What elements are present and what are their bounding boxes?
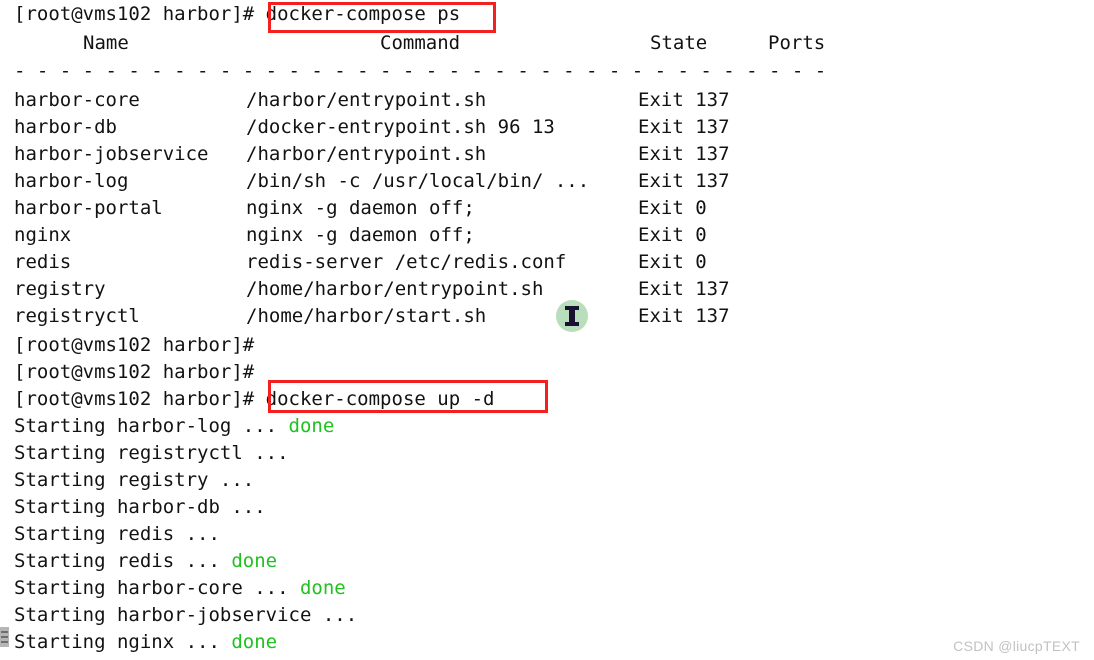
cell-state: Exit 137 [638, 116, 730, 138]
startup-line: Starting registry ... [14, 467, 254, 494]
startup-status-done: done [299, 577, 346, 599]
terminal-line-command-1: [root@vms102 harbor]# docker-compose ps [14, 1, 460, 28]
watermark: CSDN @liucpTEXT [953, 638, 1080, 654]
table-row: registry/home/harbor/entrypoint.sh Exit 1… [0, 276, 1094, 303]
cell-state: Exit 0 [638, 251, 707, 273]
startup-line: Starting registryctl ... [14, 440, 289, 467]
startup-line: Starting redis ... [14, 521, 220, 548]
cell-name: registryctl [14, 305, 140, 327]
startup-line-text: Starting harbor-log ... [14, 415, 289, 437]
terminal-line-command-2: [root@vms102 harbor]# docker-compose up … [14, 386, 494, 413]
startup-line: Starting harbor-core ... done [14, 575, 346, 602]
table-row: harbor-core/harbor/entrypoint.sh Exit 137 [0, 87, 1094, 114]
cell-command: nginx -g daemon off; [246, 197, 475, 219]
table-header-ports: Ports [768, 32, 826, 54]
table-header-state: State [650, 32, 708, 54]
table-header-name: Name [83, 32, 129, 54]
table-separator: - - - - - - - - - - - - - - - - - - - - … [14, 62, 824, 81]
table-row: redis redis-server /etc/redis.conf Exit 0 [0, 249, 1094, 276]
cell-state: Exit 0 [638, 197, 707, 219]
artifact-bar [1, 641, 8, 643]
terminal-window[interactable]: [root@vms102 harbor]# docker-compose ps … [0, 0, 1094, 660]
cell-command: /docker-entrypoint.sh 96 13 [246, 116, 555, 138]
cell-command: /home/harbor/entrypoint.sh [246, 278, 544, 300]
table-row: nginx nginx -g daemon off; Exit 0 [0, 222, 1094, 249]
startup-line-text: Starting registry ... [14, 469, 255, 491]
cell-name: redis [14, 251, 72, 273]
startup-status-done: done [288, 415, 335, 437]
cell-state: Exit 137 [638, 278, 730, 300]
startup-status-done: done [231, 550, 278, 572]
terminal-line-bare-prompt-1: [root@vms102 harbor]# [14, 334, 255, 356]
command-docker-compose-ps: docker-compose ps [265, 3, 461, 25]
cell-name: harbor-db [14, 116, 117, 138]
cell-name: harbor-jobservice [14, 143, 209, 165]
cell-command: /harbor/entrypoint.sh [246, 89, 487, 111]
startup-line-text: Starting registryctl ... [14, 442, 289, 464]
cell-state: Exit 137 [638, 143, 730, 165]
startup-line-text: Starting redis ... [14, 523, 220, 545]
startup-line-text: Starting harbor-db ... [14, 496, 266, 518]
cell-state: Exit 137 [638, 89, 730, 111]
table-header-command: Command [380, 32, 461, 54]
shell-prompt: [root@vms102 harbor]# [14, 388, 266, 410]
cell-name: registry [14, 278, 106, 300]
startup-line: Starting nginx ... done [14, 629, 277, 656]
left-edge-artifact [0, 627, 9, 647]
startup-line: Starting harbor-db ... [14, 494, 266, 521]
startup-line: Starting redis ... done [14, 548, 277, 575]
startup-line: Starting harbor-jobservice ... [14, 602, 357, 629]
cell-state: Exit 0 [638, 224, 707, 246]
startup-line-text: Starting redis ... [14, 550, 232, 572]
cell-state: Exit 137 [638, 305, 730, 327]
table-row: harbor-portal nginx -g daemon off; Exit 0 [0, 195, 1094, 222]
cell-command: /home/harbor/start.sh [246, 305, 487, 327]
table-row: registryctl/home/harbor/start.sh Exit 137 [0, 303, 1094, 330]
terminal-line-bare-prompt-2: [root@vms102 harbor]# [14, 361, 255, 383]
artifact-bar [1, 636, 8, 638]
cell-command: /harbor/entrypoint.sh [246, 143, 487, 165]
cell-state: Exit 137 [638, 170, 730, 192]
table-row: harbor-db/docker-entrypoint.sh 96 13 Exit… [0, 114, 1094, 141]
startup-line: Starting harbor-log ... done [14, 413, 334, 440]
artifact-bar [1, 631, 8, 633]
cell-name: harbor-portal [14, 197, 163, 219]
shell-prompt: [root@vms102 harbor]# [14, 3, 266, 25]
command-docker-compose-up: docker-compose up -d [265, 388, 495, 410]
table-row: harbor-log/bin/sh -c /usr/local/bin/ ...… [0, 168, 1094, 195]
cell-command: /bin/sh -c /usr/local/bin/ ... [246, 170, 590, 192]
startup-line-text: Starting harbor-jobservice ... [14, 604, 358, 626]
cell-command: redis-server /etc/redis.conf [246, 251, 567, 273]
cell-name: harbor-core [14, 89, 140, 111]
cell-name: nginx [14, 224, 72, 246]
cell-name: harbor-log [14, 170, 129, 192]
cell-command: nginx -g daemon off; [246, 224, 475, 246]
startup-line-text: Starting nginx ... [14, 631, 232, 653]
startup-status-done: done [231, 631, 278, 653]
table-row: harbor-jobservice/harbor/entrypoint.sh Ex… [0, 141, 1094, 168]
startup-line-text: Starting harbor-core ... [14, 577, 300, 599]
